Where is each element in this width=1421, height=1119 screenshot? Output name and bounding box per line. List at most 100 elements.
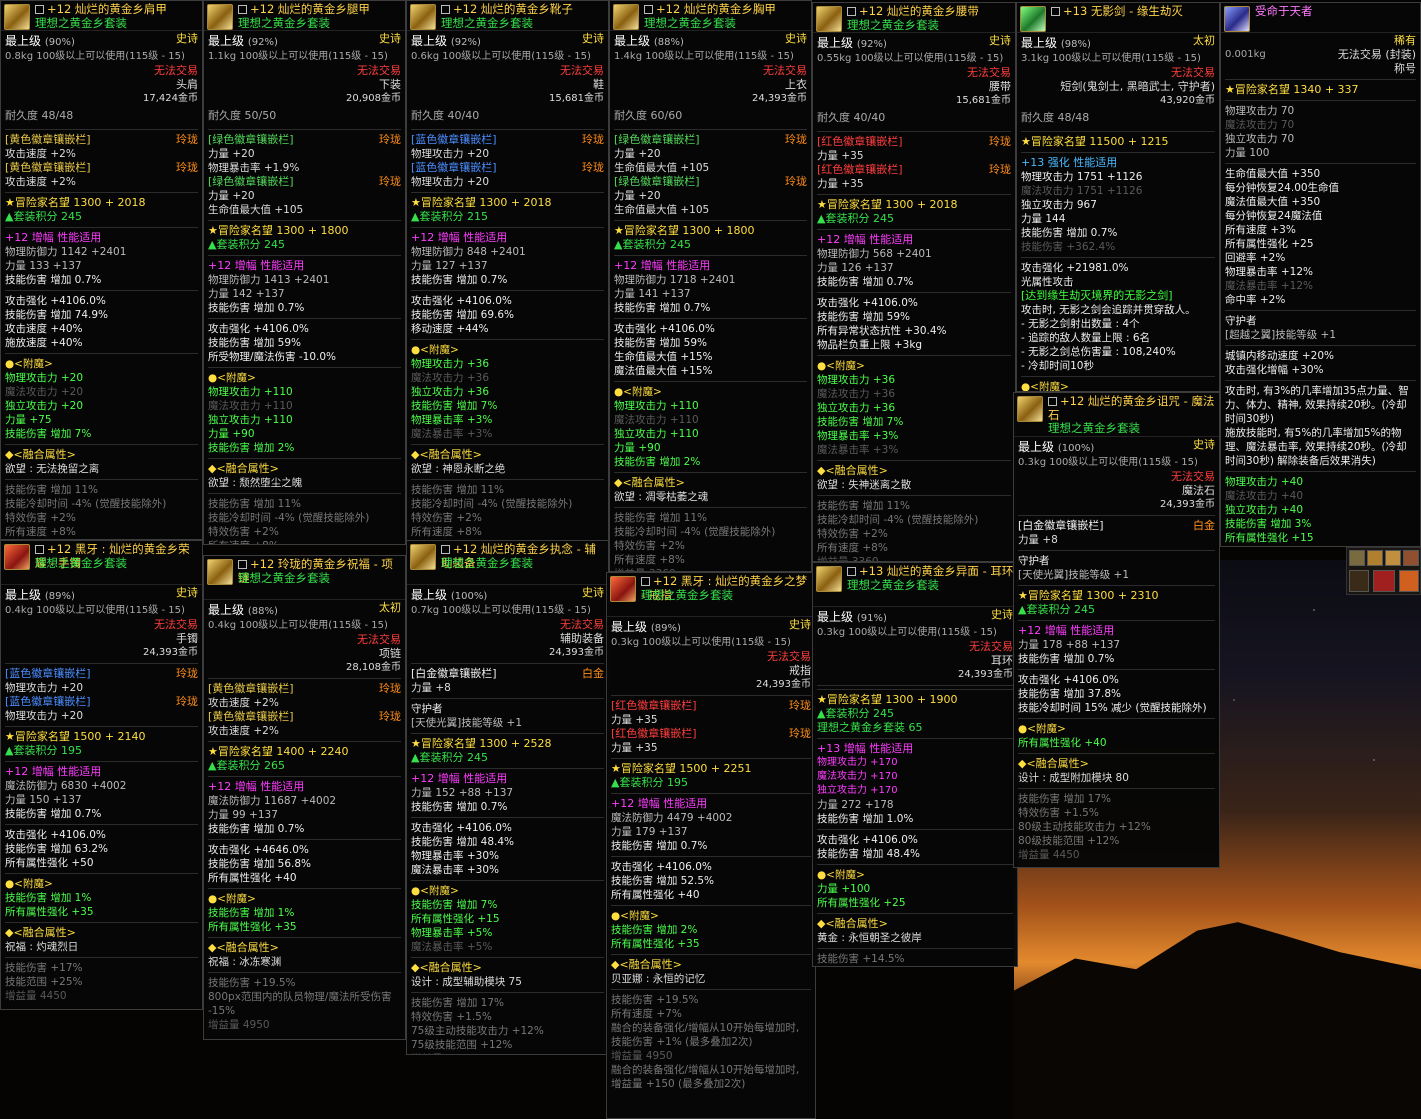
emblem-slot-left: [红色徽章镶嵌栏]	[611, 727, 697, 740]
emblem-slot-left: [黄色徽章镶嵌栏]	[208, 710, 294, 723]
weight-level: 0.8kg 100级以上可以使用(115级 - 15)	[5, 50, 198, 64]
stat-line: 技能伤害 增加 59%	[614, 336, 807, 350]
fusion-effect: 技能冷却时间 -4% (觉醒技能除外)	[817, 513, 1011, 527]
setpoint-row-left: ▲套装积分 245	[614, 238, 691, 251]
tooltip-earring[interactable]: +13 灿烂的黄金乡异面 - 耳环 理想之黄金乡套装 最上级 (91%) 史诗 0.3k…	[812, 562, 1018, 967]
enchant-line: 技能伤害 增加 7%	[411, 898, 604, 912]
title-line-left: 回避率 +2%	[1225, 252, 1286, 264]
amplify-row-left: +12 增幅 性能适用	[411, 772, 508, 785]
no-trade-right: 无法交易	[763, 64, 807, 77]
guard-left: 守护者	[1018, 555, 1050, 567]
stat-line: 技能伤害 增加 48.4%	[411, 835, 604, 849]
proc-text: 攻击时, 有3%的几率增加35点力量、智力、体力、精神, 效果持续20秒。(冷却…	[1225, 384, 1416, 426]
enchant-line: 技能伤害 增加 1%	[208, 906, 401, 920]
defense-row: 物理防御力 1718 +2401	[614, 273, 807, 287]
gain-row: 增益量 4450	[1018, 848, 1215, 862]
amplify-row: +12 增幅 性能适用	[411, 231, 604, 245]
fusion-header-left: ◆<融合属性>	[411, 448, 482, 461]
no-trade-right: 无法交易	[969, 640, 1013, 653]
enchant-line: 物理暴击率 +5%	[411, 926, 604, 940]
title-stat-left: 独立攻击力 70	[1225, 133, 1295, 145]
item-header: +12 灿烂的黄金乡诅咒 - 魔法石 理想之黄金乡套装	[1014, 393, 1219, 437]
stat-line: 技能伤害 增加 63.2%	[5, 842, 198, 856]
fame-row-left: ★冒险家名望 1300 + 2528	[411, 737, 552, 750]
item-name: 受命于天者	[1255, 4, 1418, 18]
item-name-text: +12 灿烂的黄金乡腿甲	[250, 2, 370, 16]
stat-line-left: 所有属性强化 +40	[208, 872, 297, 884]
divider	[208, 972, 401, 973]
skill-row-left: 技能伤害 增加 0.7%	[208, 823, 305, 835]
tooltip-shoulder[interactable]: +12 灿烂的黄金乡肩甲 理想之黄金乡套装 最上级 (90%) 史诗 0.8kg 100…	[0, 0, 203, 540]
emblem-slot-right: 玲珑	[379, 175, 401, 188]
weight-level-left: 0.7kg 100级以上可以使用(115级 - 15)	[411, 605, 591, 616]
divider	[1018, 669, 1215, 670]
enchant-header-left: ●<附魔>	[817, 360, 865, 372]
tooltip-support[interactable]: +12 灿烂的黄金乡执念 - 辅助装备 理想之黄金乡套装 最上级 (100%) 史诗 0…	[406, 540, 609, 1055]
grade-row: 最上级 (100%) 史诗	[1018, 438, 1215, 456]
tooltip-chest[interactable]: +12 灿烂的黄金乡胸甲 理想之黄金乡套装 最上级 (88%) 史诗 1.4kg 100…	[609, 0, 812, 572]
weapon-line: - 无影之剑射出数量 : 4个	[1021, 317, 1215, 331]
fame-row-left: ★冒险家名望 11500 + 1215	[1021, 135, 1169, 148]
fusion-effect: 特效伤害 +2%	[411, 511, 604, 525]
fusion-effect-left: 技能伤害 增加 11%	[208, 498, 302, 510]
item-name: +12 灿烂的黄金乡诅咒 - 魔法石	[1048, 394, 1217, 422]
emblem-value: 力量 +35	[817, 149, 1011, 163]
stat-line-left: 魔法暴击率 +30%	[411, 864, 499, 876]
weight-level: 1.1kg 100级以上可以使用(115级 - 15)	[208, 50, 401, 64]
enchant-line-left: 魔法暴击率 +3%	[411, 428, 493, 440]
strengthen-row-left: +13 强化 性能适用	[1021, 156, 1118, 169]
item-body: 最上级 (98%) 太初 3.1kg 100级以上可以使用(115级 - 15) 无法…	[1017, 33, 1219, 391]
emblem-slot-right: 玲珑	[785, 175, 807, 188]
emblem-slot-right: 玲珑	[379, 133, 401, 146]
tooltip-bracelet[interactable]: +12 黑牙 : 灿烂的黄金乡荣耀 - 手镯 理想之黄金乡套装 最上级 (89%) 史…	[0, 540, 203, 1010]
tooltip-pants[interactable]: +12 灿烂的黄金乡腿甲 理想之黄金乡套装 最上级 (92%) 史诗 1.1kg 100…	[203, 0, 406, 545]
lock-icon	[441, 5, 450, 14]
divider	[411, 192, 604, 193]
fusion-header-left: ◆<融合属性>	[208, 462, 279, 475]
emblem-value: 力量 +35	[611, 741, 811, 755]
fusion-effect-left: 80级主动技能攻击力 +12%	[1018, 821, 1151, 833]
emblem-slot: [绿色徽章镶嵌栏] 玲珑	[614, 133, 807, 147]
emblem-value-left: 力量 +35	[611, 714, 658, 726]
amplify-row: +12 增幅 性能适用	[5, 231, 198, 245]
stat-line: 攻击强化 +4106.0%	[411, 821, 604, 835]
durability-left: 耐久度 50/50	[208, 109, 277, 122]
tooltip-necklace[interactable]: +12 玲珑的黄金乡祝福 - 项链 理想之黄金乡套装 最上级 (88%) 太初 0.4k…	[203, 555, 406, 1040]
lock-icon	[35, 545, 44, 554]
defense-row-left: 魔法防御力 6830 +4002	[5, 780, 127, 792]
fusion-effect-left: 所有速度 +8%	[5, 526, 76, 538]
grade-percent: (89%)	[650, 623, 681, 634]
stat-line-left: 攻击强化 +4106.0%	[817, 834, 918, 846]
item-header: +12 灿烂的黄金乡胸甲 理想之黄金乡套装	[610, 1, 811, 31]
item-body: 最上级 (92%) 史诗 0.6kg 100级以上可以使用(115级 - 15) 无法…	[407, 31, 608, 544]
divider	[1225, 100, 1416, 101]
enchant-line: 物理攻击力 +20	[5, 371, 198, 385]
stat-line-left: 所有属性强化 +40	[611, 889, 700, 901]
tooltip-shoes[interactable]: +12 灿烂的黄金乡靴子 理想之黄金乡套装 最上级 (92%) 史诗 0.6kg 100…	[406, 0, 609, 545]
sell-price-right: 17,424金币	[143, 93, 198, 104]
slot-type-right: 腰带	[989, 80, 1011, 93]
fusion-effect: 所有速度 +7%	[611, 1007, 811, 1021]
divider	[1018, 550, 1215, 551]
title-stat: 力量 100	[1225, 146, 1416, 160]
stat-line: 攻击强化 +4106.0%	[817, 833, 1013, 847]
emblem-slot-left: [黄色徽章镶嵌栏]	[5, 161, 91, 174]
emblem-slot: [蓝色徽章镶嵌栏] 玲珑	[411, 161, 604, 175]
durability: 耐久度 40/40	[817, 108, 1011, 128]
tooltip-title[interactable]: 受命于天者 稀有 0.001kg 无法交易 (封装) 称号 ★冒险家名望 1340 + 3…	[1220, 2, 1421, 547]
divider	[411, 957, 604, 958]
emblem-slot-left: [黄色徽章镶嵌栏]	[208, 682, 294, 695]
slot-type: 头肩	[5, 78, 198, 92]
tooltip-magicstone[interactable]: +12 灿烂的黄金乡诅咒 - 魔法石 理想之黄金乡套装 最上级 (100%) 史诗 0.…	[1013, 392, 1220, 868]
grade-row: 稀有	[1225, 34, 1416, 48]
fusion-effect: 特效伤害 +2%	[817, 527, 1011, 541]
tooltip-weapon[interactable]: +13 无影剑 - 缘生劫灭 最上级 (98%) 太初 3.1kg 100级以上可以使…	[1016, 2, 1220, 392]
tooltip-ring[interactable]: +12 黑牙 : 灿烂的黄金乡之梦 - 戒指 理想之黄金乡套装 最上级 (89%) 史…	[606, 572, 816, 1119]
amp-stat-left: 魔法攻击力 +170	[817, 771, 898, 782]
skill-row-left: 技能伤害 增加 0.7%	[208, 302, 305, 314]
tooltip-belt[interactable]: +12 灿烂的黄金乡腰带 理想之黄金乡套装 最上级 (92%) 史诗 0.55kg 10…	[812, 2, 1016, 562]
strength-row-left: 力量 179 +137	[611, 826, 688, 838]
set-name: 理想之黄金乡套装	[644, 16, 736, 30]
enchant-line-left: 独立攻击力 +110	[208, 414, 293, 426]
enchant-line: 物理攻击力 +36	[817, 373, 1011, 387]
